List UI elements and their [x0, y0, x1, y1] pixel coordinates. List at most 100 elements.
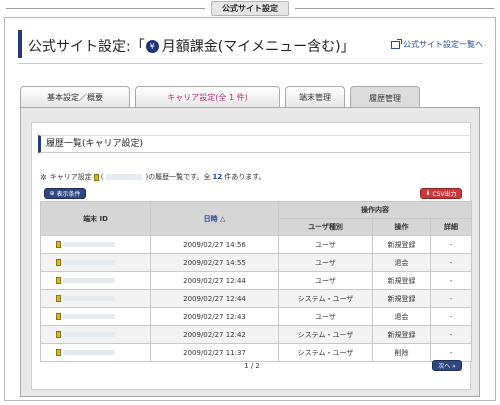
tab-carrier-settings[interactable]: キャリア設定(全 1 件) — [135, 86, 280, 108]
user-type-cell: ユーザ — [278, 307, 373, 326]
summary-suffix: 件あります。 — [224, 173, 266, 181]
filter-icon: ⊕ — [49, 190, 55, 197]
detail-cell: - — [430, 271, 472, 290]
terminal-id-cell — [40, 325, 151, 344]
user-type-cell: ユーザ — [278, 235, 373, 254]
site-list-link-label[interactable]: 公式サイト設定一覧へ — [403, 39, 483, 50]
tab-terminal-management[interactable]: 端末管理 — [285, 86, 345, 108]
pagination-label: 1 / 2 — [244, 362, 260, 370]
table-row: 2009/02/27 12:42 システム・ユーザ 新規登録 - — [40, 325, 472, 344]
terminal-id-cell — [40, 253, 151, 272]
csv-export-button[interactable]: ⬇ CSV出力 — [420, 188, 462, 199]
datetime-cell: 2009/02/27 14:56 — [150, 235, 279, 254]
terminal-id-cell — [40, 307, 151, 326]
user-type-cell: システム・ユーザ — [278, 343, 373, 362]
detail-cell: - — [430, 343, 472, 362]
summary-prefix: キャリア設定 — [49, 173, 92, 181]
col-action: 操作 — [372, 218, 431, 236]
datetime-cell: 2009/02/27 12:44 — [150, 271, 279, 290]
summary-count: 12 — [212, 173, 223, 181]
terminal-id-cell — [40, 343, 151, 362]
masked-terminal-id — [63, 350, 115, 355]
site-list-link[interactable]: 公式サイト設定一覧へ — [391, 38, 483, 50]
header-divider — [18, 63, 483, 64]
history-table: 端末 ID 日時 △ 操作内容 ユーザ種別 操作 詳細 2009/02/27 1… — [40, 201, 472, 362]
page-title: 公式サイト設定:「 ¥ 月額課金(マイメニュー含む)」 — [28, 36, 355, 56]
page-title-prefix: 公式サイト設定:「 — [28, 39, 145, 55]
filter-button[interactable]: ⊕ 表示条件 — [44, 188, 86, 199]
coin-icon — [56, 241, 61, 248]
detail-cell: - — [430, 325, 472, 344]
user-type-cell: ユーザ — [278, 253, 373, 272]
user-type-cell: システム・ユーザ — [278, 289, 373, 308]
detail-cell: - — [430, 307, 472, 326]
tab-history-management[interactable]: 履歴管理 — [350, 86, 420, 109]
terminal-id-cell — [40, 271, 151, 290]
detail-cell: - — [430, 289, 472, 308]
coin-icon — [56, 313, 61, 320]
table-row: 2009/02/27 12:43 ユーザ 退会 - — [40, 307, 472, 326]
coin-icon — [56, 331, 61, 338]
table-row: 2009/02/27 14:55 ユーザ 退会 - — [40, 253, 472, 272]
datetime-cell: 2009/02/27 12:44 — [150, 289, 279, 308]
masked-terminal-id — [63, 332, 115, 337]
external-link-icon — [391, 38, 402, 49]
col-datetime[interactable]: 日時 △ — [150, 201, 279, 236]
col-operation: 操作内容 — [278, 201, 472, 219]
coin-icon — [56, 277, 61, 284]
summary-middle: )の履歴一覧です。全 — [145, 173, 211, 181]
coin-icon — [56, 259, 61, 266]
datetime-cell: 2009/02/27 11:37 — [150, 343, 279, 362]
col-user-type: ユーザ種別 — [278, 218, 373, 236]
tab-basic-settings[interactable]: 基本設定／概要 — [20, 86, 130, 108]
coin-icon — [93, 173, 99, 181]
tab-panel: 履歴一覧(キャリア設定) ✲ キャリア設定 ( )の履歴一覧です。全 12 件あ… — [20, 107, 480, 397]
section-title: 履歴一覧(キャリア設定) — [38, 135, 471, 153]
masked-terminal-id — [63, 314, 115, 319]
tab-bar: 基本設定／概要 キャリア設定(全 1 件) 端末管理 履歴管理 — [20, 86, 480, 109]
table-row: 2009/02/27 11:37 システム・ユーザ 削除 - — [40, 343, 472, 362]
main-frame: 公式サイト設定:「 ¥ 月額課金(マイメニュー含む)」 公式サイト設定一覧へ 基… — [4, 17, 496, 401]
coin-icon — [56, 295, 61, 302]
page-header: 公式サイト設定:「 ¥ 月額課金(マイメニュー含む)」 公式サイト設定一覧へ — [18, 30, 483, 64]
col-terminal-id: 端末 ID — [40, 201, 151, 236]
action-cell: 退会 — [372, 307, 431, 326]
detail-cell: - — [430, 235, 472, 254]
detail-cell: - — [430, 253, 472, 272]
masked-carrier-value — [106, 174, 143, 180]
summary-line: ✲ キャリア設定 ( )の履歴一覧です。全 12 件あります。 — [40, 172, 266, 182]
table-row: 2009/02/27 14:56 ユーザ 新規登録 - — [40, 235, 472, 254]
download-icon: ⬇ — [425, 190, 431, 197]
csv-export-button-label: CSV出力 — [432, 191, 457, 198]
coin-icon — [56, 349, 61, 356]
masked-terminal-id — [63, 296, 115, 301]
page-title-main: 月額課金(マイメニュー含む)」 — [161, 39, 355, 55]
header-accent-bar — [18, 30, 22, 58]
action-cell: 新規登録 — [372, 325, 431, 344]
window-title-label: 公式サイト設定 — [211, 0, 289, 16]
masked-terminal-id — [63, 278, 115, 283]
summary-paren-open: ( — [100, 173, 104, 181]
datetime-cell: 2009/02/27 12:42 — [150, 325, 279, 344]
terminal-id-cell — [40, 235, 151, 254]
star-icon: ✲ — [40, 172, 47, 182]
window-title: 公式サイト設定 — [0, 0, 500, 16]
col-detail: 詳細 — [430, 218, 472, 236]
action-cell: 新規登録 — [372, 235, 431, 254]
next-page-button[interactable]: 次へ » — [432, 360, 462, 371]
masked-terminal-id — [63, 242, 115, 247]
action-cell: 退会 — [372, 253, 431, 272]
table-row: 2009/02/27 12:44 ユーザ 新規登録 - — [40, 271, 472, 290]
datetime-cell: 2009/02/27 12:43 — [150, 307, 279, 326]
masked-terminal-id — [63, 260, 115, 265]
action-cell: 新規登録 — [372, 289, 431, 308]
user-type-cell: システム・ユーザ — [278, 325, 373, 344]
datetime-cell: 2009/02/27 14:55 — [150, 253, 279, 272]
user-type-cell: ユーザ — [278, 271, 373, 290]
filter-button-label: 表示条件 — [56, 191, 81, 198]
action-cell: 削除 — [372, 343, 431, 362]
history-panel: 履歴一覧(キャリア設定) ✲ キャリア設定 ( )の履歴一覧です。全 12 件あ… — [31, 122, 472, 390]
action-cell: 新規登録 — [372, 271, 431, 290]
table-row: 2009/02/27 12:44 システム・ユーザ 新規登録 - — [40, 289, 472, 308]
yen-badge-icon: ¥ — [145, 39, 159, 53]
